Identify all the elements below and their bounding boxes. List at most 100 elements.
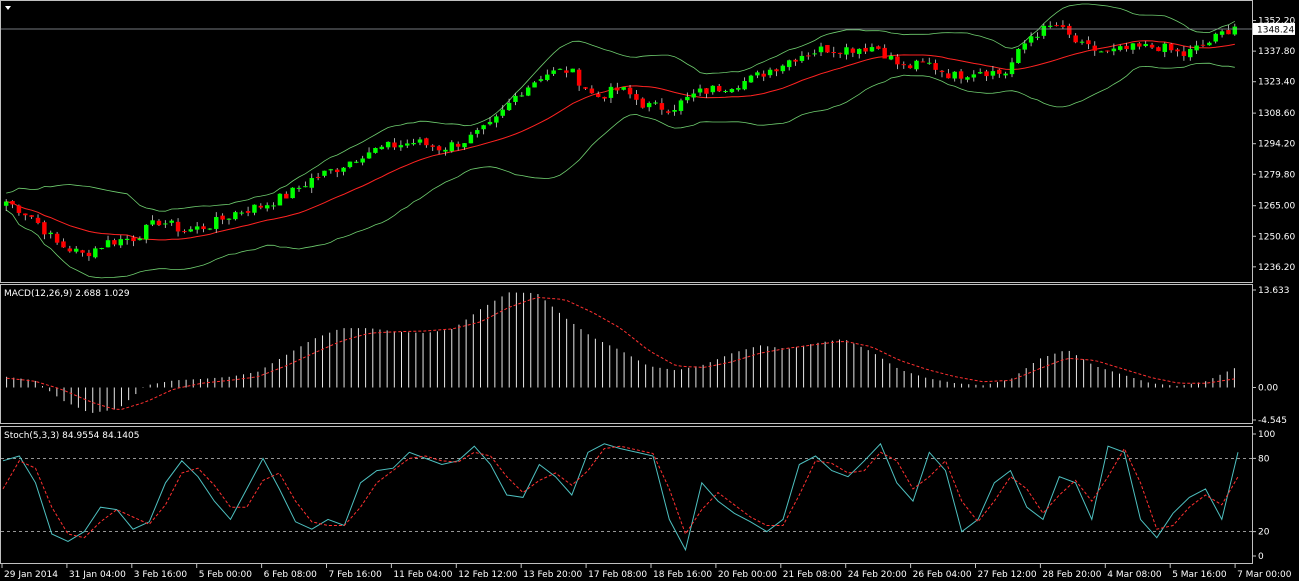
candle-body [685,96,690,101]
candle-body [443,149,448,152]
candle-body [1086,40,1091,45]
candle-body [1054,25,1059,27]
candle-body [564,70,569,73]
candle-body [99,248,104,250]
current-price-label: 1348.24 [1257,25,1294,35]
candle-body [799,55,805,61]
candle-body [621,87,626,90]
candle-body [144,224,149,240]
time-tick-label: 7 Feb 16:00 [329,570,383,580]
candle-body [761,73,766,77]
candle-body [710,85,716,93]
candle-body [494,116,499,123]
candle-body [506,102,512,111]
candle-body [532,82,537,88]
candle-body [939,70,945,73]
candle-body [1207,42,1212,46]
time-tick-label: 3 Feb 16:00 [134,570,188,580]
candle-body [780,65,786,72]
stoch-pane [0,426,1253,564]
candle-body [290,187,295,199]
price-tick-label: 1337.80 [1258,47,1295,57]
candle-body [475,130,480,134]
price-tick-label: 1250.60 [1258,232,1295,242]
candle-body [958,71,964,79]
macd-axis: 13.633 0.00 -4.545 [1252,286,1290,426]
candle-body [812,53,817,55]
candle-body [933,63,938,70]
candle-body [468,134,474,144]
candle-body [67,248,73,252]
candle-body [373,147,378,153]
candle-body [411,143,416,145]
candle-body [977,72,983,74]
candle-body [736,88,741,90]
macd-tick-label: 13.633 [1258,286,1290,296]
candle-body [105,240,111,248]
candle-body [1041,25,1047,36]
candle-body [831,52,836,54]
candle-body [360,158,365,163]
stoch-axis: 100 80 20 0 [1252,430,1275,562]
candle-body [850,48,856,53]
time-tick-label: 26 Feb 04:00 [913,570,972,580]
candle-body [837,52,843,54]
candle-body [449,142,455,152]
time-tick-label: 5 Mar 16:00 [1172,570,1227,580]
candle-body [1137,43,1142,47]
candle-body [398,145,404,148]
candle-body [29,215,34,217]
price-tick-label: 1279.80 [1258,170,1295,180]
time-tick-label: 11 Feb 04:00 [393,570,452,580]
candle-body [882,47,887,59]
candle-body [1200,44,1206,46]
candle-body [303,186,308,188]
candle-body [80,250,85,253]
candle-body [640,98,646,108]
candle-body [124,238,130,240]
candle-body [1016,48,1021,64]
candle-body [704,88,709,94]
candle-body [1194,45,1199,51]
candle-body [277,193,283,206]
candle-body [895,56,900,65]
candle-body [1092,45,1097,51]
candle-body [16,205,22,213]
candle-body [1143,43,1148,47]
candle-body [1022,43,1027,50]
candle-body [42,222,47,235]
candle-body [1009,62,1015,75]
candle-body [545,74,550,80]
candle-body [245,211,251,213]
candle-body [379,146,385,150]
candle-body [226,218,232,220]
candle-body [634,94,639,100]
time-tick-label: 21 Feb 08:00 [783,570,842,580]
candle-body [755,72,760,76]
candle-body [1168,43,1174,51]
candle-body [322,170,327,176]
candle-body [519,95,525,97]
candle-body [1181,51,1187,56]
candle-body [1073,35,1078,43]
candle-body [1188,48,1193,58]
candle-body [214,217,219,229]
trading-chart: 1352.201337.801323.401308.601294.201279.… [0,0,1295,580]
price-tick-label: 1294.20 [1258,140,1295,150]
candle-body [952,71,957,79]
candle-body [1213,33,1218,42]
candle-body [284,193,289,199]
candle-body [1124,45,1129,50]
candle-body [863,47,868,52]
candle-body [774,69,779,72]
candle-body [1219,31,1225,35]
candle-body [1111,48,1117,52]
candle-body [131,237,136,242]
candle-body [742,80,747,90]
macd-label: MACD(12,26,9) 2.688 1.029 [4,289,130,299]
candle-body [1232,26,1238,35]
time-tick-label: 17 Feb 08:00 [588,570,647,580]
candle-body [1105,50,1110,52]
candle-body [1067,25,1072,35]
candle-body [264,205,270,209]
